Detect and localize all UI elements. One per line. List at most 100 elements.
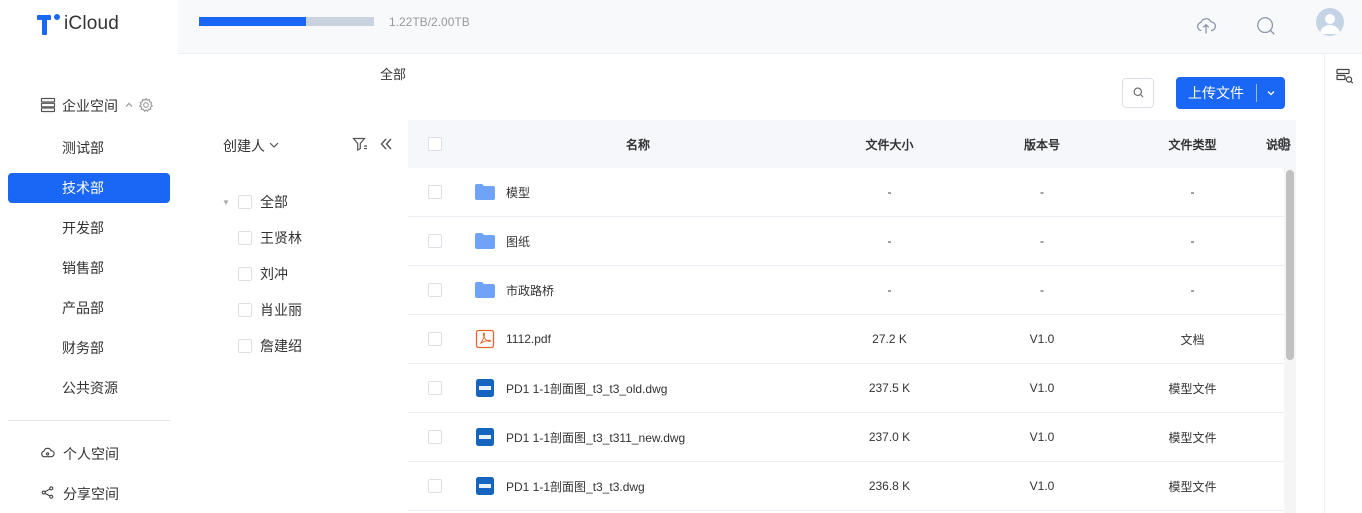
file-name[interactable]: PD1 1-1剖面图_t3_t3_old.dwg (506, 380, 667, 397)
storage-progress-bar (199, 17, 374, 26)
app-name: iCloud (64, 13, 120, 34)
chevron-up-icon[interactable] (124, 100, 134, 113)
file-version: V1.0 (1029, 430, 1055, 444)
storage-progress-fill (199, 17, 306, 26)
column-header-type[interactable]: 文件类型 (1119, 136, 1266, 153)
sidebar-item-testing[interactable]: 测试部 (8, 133, 170, 163)
scrollbar-thumb[interactable] (1286, 170, 1294, 360)
row-checkbox[interactable] (428, 185, 442, 199)
folder-icon (474, 231, 496, 251)
checkbox[interactable] (238, 267, 252, 281)
checkbox[interactable] (238, 231, 252, 245)
upload-file-button[interactable]: 上传文件 (1176, 77, 1285, 109)
table-body: 模型 - - - 图纸 - - - 市政路桥 - - - 1112.pdf 27.2 K V1.0 文档 PD1… (408, 168, 1296, 511)
file-type: - (1190, 185, 1195, 199)
file-name[interactable]: 模型 (506, 184, 530, 201)
folder-icon (474, 182, 496, 202)
table-row[interactable]: 模型 - - - (408, 168, 1296, 217)
sidebar-item-product[interactable]: 产品部 (8, 293, 170, 323)
app-logo[interactable]: iCloud (36, 12, 119, 36)
file-version: V1.0 (1029, 381, 1055, 395)
chevron-down-icon[interactable] (1257, 88, 1285, 98)
column-header-name[interactable]: 名称 (462, 136, 814, 153)
table-row[interactable]: 1112.pdf 27.2 K V1.0 文档 (408, 315, 1296, 364)
avatar[interactable] (1316, 8, 1344, 36)
file-type: 文档 (1180, 332, 1205, 347)
dwg-icon (474, 476, 496, 496)
file-name[interactable]: PD1 1-1剖面图_t3_t311_new.dwg (506, 429, 685, 446)
breadcrumb[interactable]: 全部 (380, 64, 406, 83)
storage-usage-text: 1.22TB/2.00TB (389, 15, 470, 29)
file-type: - (1190, 234, 1195, 248)
file-name[interactable]: 1112.pdf (506, 332, 551, 346)
sidebar-item-development[interactable]: 开发部 (8, 213, 170, 243)
file-size: 27.2 K (872, 332, 907, 346)
file-size: - (887, 283, 892, 297)
sidebar-item-public-resources[interactable]: 公共资源 (8, 373, 170, 403)
sidebar-item-technology[interactable]: 技术部 (8, 173, 170, 203)
file-size: 237.5 K (868, 381, 911, 395)
sidebar-item-sales[interactable]: 销售部 (8, 253, 170, 283)
right-rail (1324, 54, 1362, 513)
share-icon (40, 485, 55, 503)
table-row[interactable]: 市政路桥 - - - (408, 266, 1296, 315)
creator-filter-dropdown[interactable]: 创建人 (223, 136, 280, 156)
select-all-checkbox[interactable] (428, 137, 442, 151)
file-type: 模型文件 (1168, 479, 1217, 494)
column-header-size[interactable]: 文件大小 (814, 136, 965, 153)
sidebar-item-finance[interactable]: 财务部 (8, 333, 170, 363)
creator-item[interactable]: 肖业丽 (220, 298, 302, 322)
table-row[interactable]: PD1 1-1剖面图_t3_t3_old.dwg 237.5 K V1.0 模型文件 (408, 364, 1296, 413)
file-name[interactable]: 市政路桥 (506, 282, 554, 299)
checkbox[interactable] (238, 339, 252, 353)
top-bar: 1.22TB/2.00TB (178, 0, 1362, 54)
file-size: - (887, 234, 892, 248)
file-version: V1.0 (1029, 479, 1055, 493)
file-size: 237.0 K (868, 430, 911, 444)
search-icon[interactable] (1252, 12, 1280, 40)
file-version: - (1040, 283, 1044, 297)
creator-item[interactable]: 王贤林 (220, 226, 302, 250)
file-name[interactable]: 图纸 (506, 233, 530, 250)
row-checkbox[interactable] (428, 381, 442, 395)
table-row[interactable]: PD1 1-1剖面图_t3_t3.dwg 236.8 K V1.0 模型文件 (408, 462, 1296, 511)
gear-icon[interactable] (138, 97, 154, 116)
file-name[interactable]: PD1 1-1剖面图_t3_t3.dwg (506, 478, 645, 495)
creator-item[interactable]: 詹建绍 (220, 334, 302, 358)
department-list: 测试部 技术部 开发部 销售部 产品部 财务部 公共资源 (8, 133, 170, 413)
creator-item[interactable]: 刘冲 (220, 262, 302, 286)
personal-space-label: 个人空间 (63, 446, 119, 462)
enterprise-space-label: 企业空间 (62, 98, 118, 114)
creator-tree: ▼ 全部 王贤林 刘冲 肖业丽 詹建绍 (220, 190, 302, 370)
row-checkbox[interactable] (428, 332, 442, 346)
enterprise-space-header[interactable]: 企业空间 (40, 96, 154, 116)
checkbox[interactable] (238, 303, 252, 317)
cloud-upload-icon[interactable] (1192, 12, 1220, 40)
caret-down-icon[interactable]: ▼ (220, 198, 232, 207)
folder-icon (474, 280, 496, 300)
row-checkbox[interactable] (428, 234, 442, 248)
column-header-version[interactable]: 版本号 (965, 136, 1119, 153)
creator-item-all[interactable]: ▼ 全部 (220, 190, 302, 214)
column-settings-icon[interactable] (1276, 136, 1292, 155)
filter-icon[interactable] (352, 136, 368, 155)
collapse-panel-icon[interactable] (378, 136, 394, 155)
row-checkbox[interactable] (428, 430, 442, 444)
table-header: 名称 文件大小 版本号 文件类型 说明 (408, 120, 1296, 168)
cloud-icon (40, 445, 55, 463)
creator-filter-label: 创建人 (223, 138, 265, 154)
file-type: 模型文件 (1168, 430, 1217, 445)
sidebar-item-share-space[interactable]: 分享空间 (40, 484, 119, 504)
file-type: 模型文件 (1168, 381, 1217, 396)
checkbox[interactable] (238, 195, 252, 209)
file-version: - (1040, 234, 1044, 248)
search-icon (1133, 86, 1144, 101)
sidebar-item-personal-space[interactable]: 个人空间 (40, 444, 119, 464)
table-scrollbar[interactable] (1284, 168, 1296, 513)
table-row[interactable]: PD1 1-1剖面图_t3_t311_new.dwg 237.0 K V1.0 模型文… (408, 413, 1296, 462)
row-checkbox[interactable] (428, 283, 442, 297)
table-row[interactable]: 图纸 - - - (408, 217, 1296, 266)
details-panel-icon[interactable] (1336, 68, 1354, 87)
search-button[interactable] (1122, 78, 1154, 108)
row-checkbox[interactable] (428, 479, 442, 493)
